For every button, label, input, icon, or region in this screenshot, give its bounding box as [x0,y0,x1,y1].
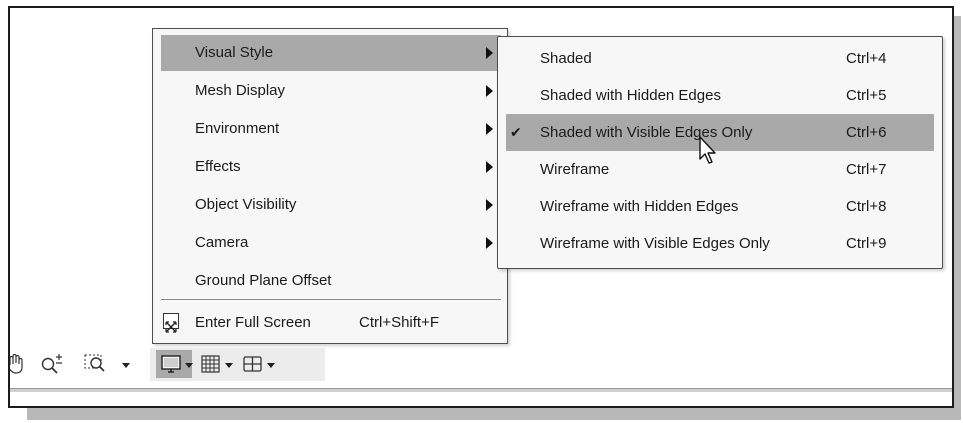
submenu-item-label: Shaded with Hidden Edges [540,87,721,104]
menu-item-label: Camera [195,234,249,251]
submenu-item-shortcut: Ctrl+7 [846,161,887,178]
menu-item-effects[interactable]: Effects [161,149,501,185]
chevron-down-icon[interactable] [122,363,130,368]
submenu-arrow-icon [486,199,493,211]
menu-item-shortcut: Ctrl+Shift+F [359,314,440,331]
menu-item-camera[interactable]: Camera [161,225,501,261]
menu-item-label: Enter Full Screen [195,314,311,331]
menu-item-label: Visual Style [195,44,274,61]
submenu-arrow-icon [486,47,493,59]
submenu-arrow-icon [486,237,493,249]
chevron-down-icon[interactable] [225,363,233,368]
submenu-arrow-icon [486,85,493,97]
submenu-item-wireframe[interactable]: Wireframe Ctrl+7 [506,151,934,188]
status-bar [10,388,952,392]
menu-item-enter-full-screen[interactable]: Enter Full Screen Ctrl+Shift+F [161,307,501,339]
figure-frame: Visual Style Mesh Display Environment Ef… [8,6,954,408]
submenu-item-shaded[interactable]: Shaded Ctrl+4 [506,40,934,77]
zoom-window-icon[interactable] [84,353,112,375]
submenu-item-shaded-hidden-edges[interactable]: Shaded with Hidden Edges Ctrl+5 [506,77,934,114]
menu-item-mesh-display[interactable]: Mesh Display [161,73,501,109]
submenu-item-shortcut: Ctrl+9 [846,235,887,252]
pan-hand-icon[interactable] [8,353,26,375]
submenu-item-shortcut: Ctrl+4 [846,50,887,67]
visual-style-submenu: Shaded Ctrl+4 Shaded with Hidden Edges C… [497,36,943,269]
menu-item-label: Ground Plane Offset [195,272,332,289]
submenu-item-label: Wireframe with Visible Edges Only [540,235,770,252]
mouse-pointer-icon [699,136,716,164]
menu-item-visual-style[interactable]: Visual Style [161,35,501,71]
menu-item-label: Environment [195,120,280,137]
checkmark-icon: ✔ [510,124,522,140]
zoom-icon[interactable] [40,353,64,375]
submenu-item-label: Wireframe with Hidden Edges [540,198,739,215]
menu-item-label: Mesh Display [195,82,286,99]
viewports-icon[interactable] [242,353,264,375]
submenu-item-shortcut: Ctrl+6 [846,124,887,141]
menu-item-label: Object Visibility [195,196,297,213]
grid-icon[interactable] [200,353,222,375]
submenu-item-shaded-visible-edges-only[interactable]: ✔ Shaded with Visible Edges Only Ctrl+6 [506,114,934,151]
menu-item-ground-plane-offset[interactable]: Ground Plane Offset [161,263,501,299]
navigation-toolbar [10,348,340,382]
submenu-item-label: Shaded [540,50,592,67]
display-settings-icon[interactable] [160,353,182,375]
menu-item-label: Effects [195,158,241,175]
submenu-item-shortcut: Ctrl+5 [846,87,887,104]
submenu-item-wireframe-visible-edges-only[interactable]: Wireframe with Visible Edges Only Ctrl+9 [506,225,934,262]
submenu-item-wireframe-hidden-edges[interactable]: Wireframe with Hidden Edges Ctrl+8 [506,188,934,225]
submenu-item-label: Wireframe [540,161,610,178]
submenu-item-shortcut: Ctrl+8 [846,198,887,215]
submenu-arrow-icon [486,161,493,173]
submenu-item-label: Shaded with Visible Edges Only [540,124,753,141]
menu-separator [161,299,501,300]
view-menu: Visual Style Mesh Display Environment Ef… [152,28,508,344]
full-screen-icon [163,313,179,333]
menu-item-environment[interactable]: Environment [161,111,501,147]
menu-item-object-visibility[interactable]: Object Visibility [161,187,501,223]
submenu-arrow-icon [486,123,493,135]
chevron-down-icon[interactable] [185,363,193,368]
chevron-down-icon[interactable] [267,363,275,368]
